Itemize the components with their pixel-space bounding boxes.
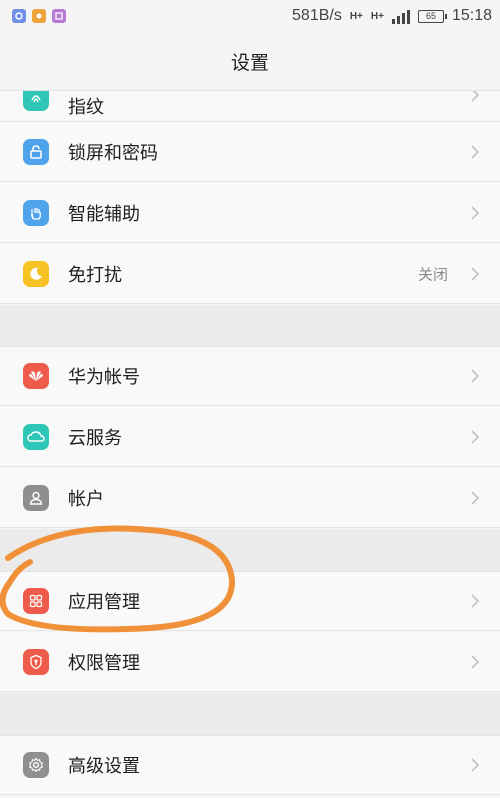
page-title: 设置	[230, 51, 269, 74]
section-divider	[0, 529, 500, 571]
battery-icon: 65	[417, 9, 447, 23]
title-bar: 设置	[0, 32, 500, 91]
row-label: 免打扰	[68, 264, 122, 286]
cloud-icon	[23, 423, 49, 450]
section-divider	[0, 305, 500, 346]
hand-icon	[23, 199, 49, 226]
row-huawei-id[interactable]: 华为帐号	[0, 346, 500, 406]
row-smart-assist[interactable]: 智能辅助	[0, 183, 500, 243]
moon-icon	[23, 260, 49, 287]
chevron-right-icon	[471, 369, 480, 383]
row-label: 智能辅助	[68, 203, 140, 225]
battery-level: 65	[425, 11, 436, 21]
network-type-1: H+	[349, 10, 363, 22]
network-type-2: H+	[370, 10, 384, 22]
row-label: 锁屏和密码	[68, 142, 158, 164]
gear-icon	[23, 752, 49, 778]
row-label: 高级设置	[68, 756, 140, 777]
row-label: 权限管理	[68, 652, 140, 674]
apps-grid-icon	[23, 588, 49, 614]
lock-icon	[23, 138, 49, 165]
row-cloud-service[interactable]: 云服务	[0, 407, 500, 467]
chevron-right-icon	[471, 758, 480, 772]
chevron-right-icon	[471, 266, 480, 281]
link-app-icon	[12, 9, 26, 23]
signal-icon	[391, 8, 410, 24]
section-divider	[0, 693, 500, 735]
shield-icon	[23, 648, 49, 675]
gallery-app-icon	[32, 9, 46, 23]
row-label: 帐户	[68, 488, 104, 510]
row-permission-management[interactable]: 权限管理	[0, 632, 500, 692]
row-label: 指纹	[68, 97, 104, 118]
chevron-right-icon	[471, 654, 480, 669]
row-fingerprint[interactable]: 指纹	[0, 91, 500, 122]
chevron-right-icon	[471, 594, 480, 608]
huawei-icon	[23, 363, 49, 389]
chevron-right-icon	[471, 205, 480, 220]
status-bar: 581B/s H+ H+ 65 15:18	[0, 0, 500, 32]
row-advanced-settings[interactable]: 高级设置	[0, 735, 500, 795]
dnd-status-value: 关闭	[417, 265, 448, 283]
person-icon	[23, 484, 49, 511]
chevron-right-icon	[471, 144, 480, 159]
row-label: 应用管理	[68, 592, 140, 613]
chevron-right-icon	[471, 490, 480, 505]
fingerprint-icon	[23, 91, 49, 111]
clock: 15:18	[451, 7, 492, 24]
row-label: 华为帐号	[68, 367, 140, 388]
row-app-management[interactable]: 应用管理	[0, 571, 500, 631]
chevron-right-icon	[471, 91, 480, 102]
chevron-right-icon	[471, 429, 480, 444]
row-lock-screen[interactable]: 锁屏和密码	[0, 122, 500, 182]
row-label: 云服务	[68, 427, 122, 449]
row-accounts[interactable]: 帐户	[0, 468, 500, 528]
network-speed: 581B/s	[292, 7, 342, 24]
row-do-not-disturb[interactable]: 免打扰 关闭	[0, 244, 500, 304]
photo-app-icon	[52, 9, 66, 23]
